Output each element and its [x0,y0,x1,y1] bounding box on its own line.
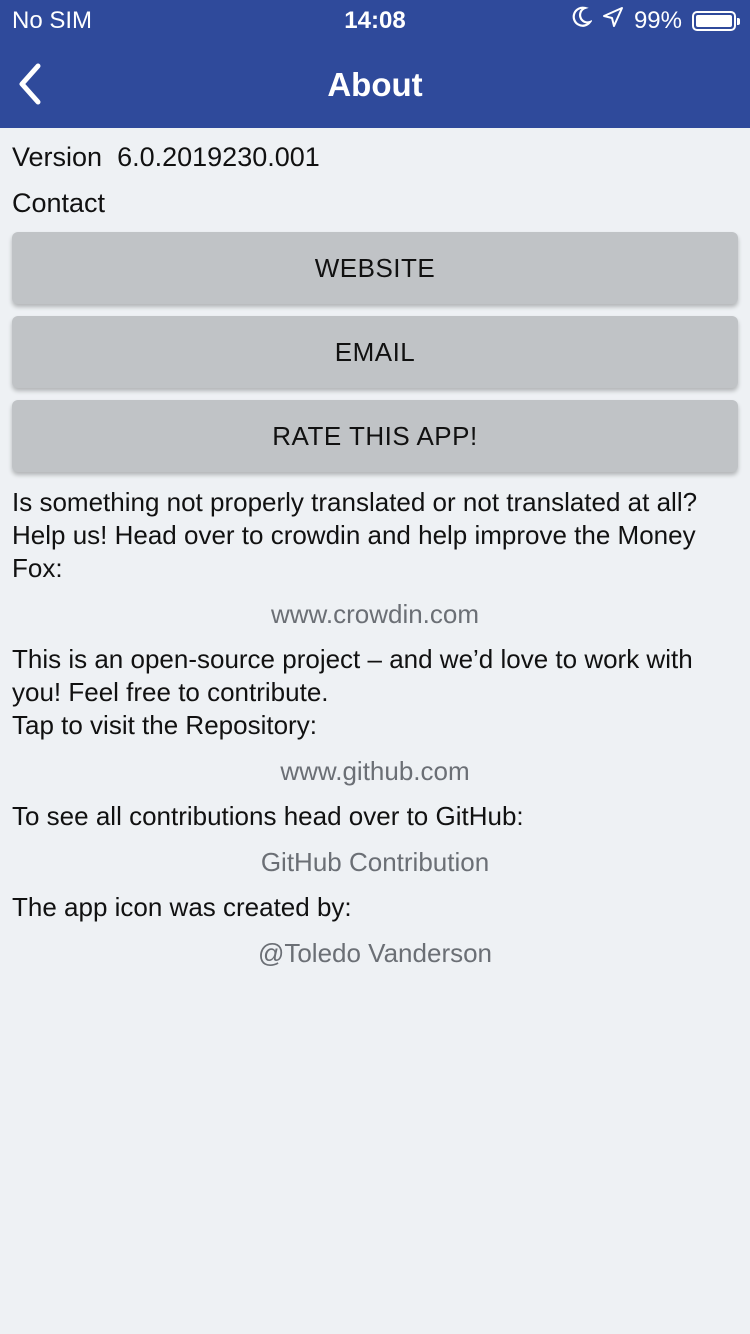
opensource-text: This is an open-source project – and we’… [12,643,738,742]
location-arrow-icon [602,6,624,35]
about-content: Version 6.0.2019230.001 Contact WEBSITE … [12,128,738,970]
status-right: 99% [572,6,740,35]
github-contribution-link[interactable]: GitHub Contribution [12,845,738,879]
translation-text: Is something not properly translated or … [12,487,698,583]
status-bar: No SIM 14:08 99% [0,0,750,40]
about-screen: No SIM 14:08 99% About Version 6.0.20192… [0,0,750,1334]
icon-credit-link[interactable]: @Toledo Vanderson [12,936,738,970]
rate-app-button[interactable]: RATE THIS APP! [12,400,738,472]
opensource-line-2: Tap to visit the Repository: [12,710,317,740]
version-row: Version 6.0.2019230.001 [12,140,738,174]
top-bar: No SIM 14:08 99% About [0,0,750,128]
icon-credit-text: The app icon was created by: [12,892,352,922]
page-title: About [327,66,423,103]
navigation-bar: About [0,40,750,128]
email-button[interactable]: EMAIL [12,316,738,388]
battery-icon [692,10,740,31]
github-link[interactable]: www.github.com [12,754,738,788]
crowdin-link[interactable]: www.crowdin.com [12,597,738,631]
version-value: 6.0.2019230.001 [117,142,320,172]
battery-percent: 99% [633,6,682,34]
contributions-text: To see all contributions head over to Gi… [12,801,524,831]
opensource-line-1: This is an open-source project – and we’… [12,644,693,707]
battery-fill [696,14,732,27]
moon-icon [572,6,593,35]
version-label: Version [12,142,103,172]
website-button[interactable]: WEBSITE [12,232,738,304]
contact-heading: Contact [12,188,106,218]
